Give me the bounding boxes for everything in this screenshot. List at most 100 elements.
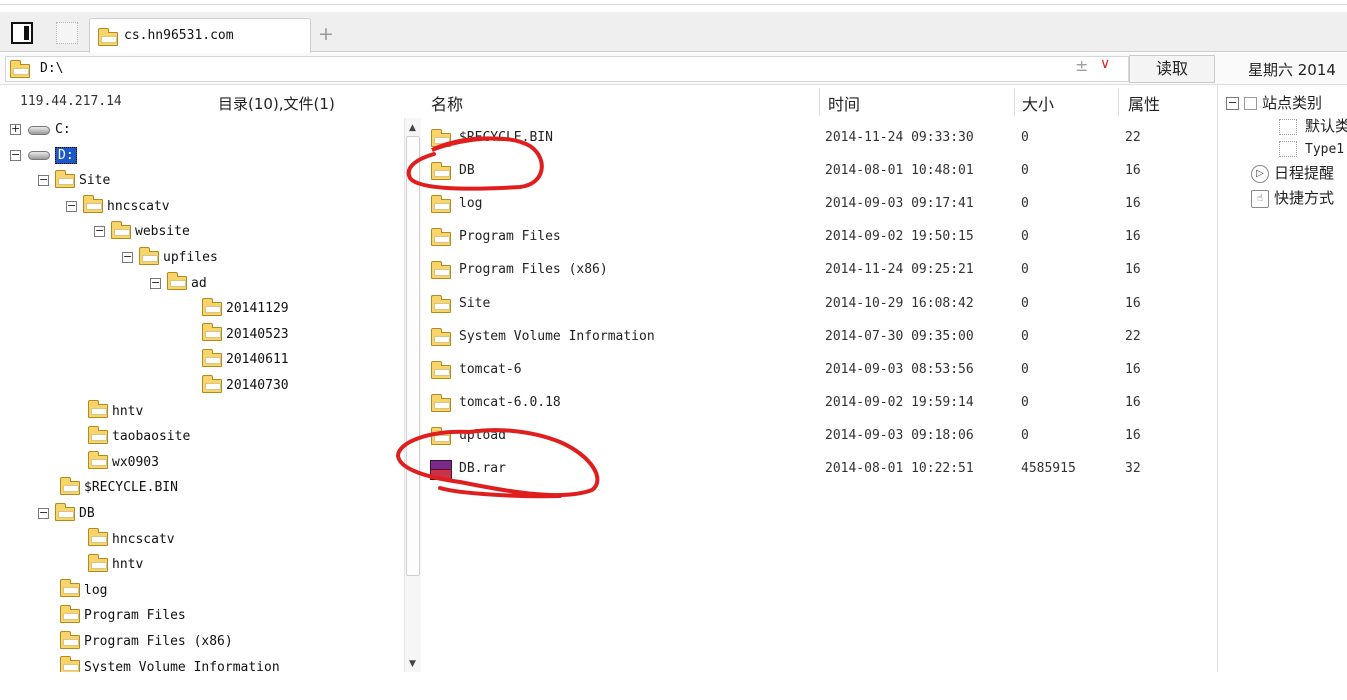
file-attr: 16 — [1125, 262, 1141, 278]
collapse-icon[interactable]: − — [10, 149, 21, 161]
tree-node[interactable]: − hncscatv — [66, 195, 170, 221]
file-row[interactable]: upload 2014-09-03 09:18:06 0 16 — [424, 420, 1217, 453]
tree-node[interactable]: 20140523 — [202, 323, 289, 349]
tree-node[interactable]: taobaosite — [88, 425, 190, 451]
file-attr: 16 — [1125, 361, 1141, 377]
column-divider[interactable] — [1118, 88, 1119, 116]
file-attr: 22 — [1125, 328, 1141, 344]
sidebar-item-schedule[interactable]: ▷ 日程提醒 — [1251, 162, 1334, 183]
sidebar-label: 快捷方式 — [1274, 189, 1335, 207]
collapse-icon[interactable]: − — [122, 251, 133, 263]
column-header-size[interactable]: 大小 — [1022, 91, 1054, 114]
tree-node[interactable]: wx0903 — [88, 451, 159, 477]
read-button[interactable]: 读取 — [1129, 55, 1215, 83]
tree-node[interactable]: hncscatv — [88, 528, 175, 554]
sidebar-item-default[interactable]: 默认类 — [1279, 115, 1347, 136]
file-row[interactable]: DB 2014-08-01 10:48:01 0 16 — [424, 155, 1217, 188]
file-row[interactable]: Site 2014-10-29 16:08:42 0 16 — [424, 288, 1217, 321]
file-name: $RECYCLE.BIN — [459, 130, 553, 145]
collapse-icon[interactable]: − — [150, 277, 161, 289]
tree-node[interactable]: − DB — [38, 502, 95, 528]
file-row[interactable]: System Volume Information 2014-07-30 09:3… — [424, 321, 1217, 354]
tree-node[interactable]: + C: — [10, 122, 71, 144]
folder-icon — [88, 400, 108, 419]
date-label: 星期六 2014 — [1248, 61, 1336, 79]
expand-icon[interactable]: + — [10, 123, 21, 135]
column-divider[interactable] — [819, 88, 820, 116]
folder-icon — [431, 195, 451, 214]
tree-node-label: hncscatv — [107, 198, 170, 214]
collapse-icon[interactable]: − — [66, 200, 77, 212]
file-row[interactable]: Program Files (x86) 2014-11-24 09:25:21 0 1… — [424, 254, 1217, 287]
file-size: 0 — [1021, 328, 1029, 344]
file-row[interactable]: tomcat-6.0.18 2014-09-02 19:59:14 0 16 — [424, 387, 1217, 420]
file-row[interactable]: $RECYCLE.BIN 2014-11-24 09:33:30 0 22 — [424, 122, 1217, 155]
file-name: tomcat-6 — [459, 361, 522, 377]
blank-tab-icon[interactable] — [56, 22, 78, 44]
scroll-up-icon[interactable]: ▲ — [409, 123, 416, 133]
file-time: 2014-09-03 09:18:06 — [825, 427, 974, 443]
file-time: 2014-10-29 16:08:42 — [825, 295, 974, 311]
tree-node[interactable]: 20140730 — [202, 374, 289, 400]
tree-node[interactable]: Program Files (x86) — [60, 630, 233, 656]
file-size: 0 — [1021, 394, 1029, 410]
chevron-down-icon[interactable]: ∨ — [1100, 56, 1110, 72]
file-attr: 22 — [1125, 130, 1141, 145]
tree-node[interactable]: hntv — [88, 400, 143, 426]
sidebar-item-type[interactable]: Type1 — [1279, 139, 1344, 157]
file-time: 2014-09-02 19:59:14 — [825, 394, 974, 410]
path-input[interactable]: D:\ — [5, 56, 1129, 82]
collapse-icon[interactable]: − — [1226, 97, 1239, 110]
folder-icon — [431, 393, 451, 412]
tree-node[interactable]: − ad — [150, 272, 207, 298]
sidebar-item-shortcuts[interactable]: ☝ 快捷方式 — [1251, 187, 1334, 208]
address-bar: D:\ ± ∨ 读取 星期六 2014 — [0, 53, 1347, 85]
column-header-name[interactable]: 名称 — [431, 91, 463, 114]
tree-node[interactable]: Program Files — [60, 604, 186, 630]
tree-node-label: D: — [55, 146, 77, 164]
plus-minus-icon[interactable]: ± — [1075, 56, 1088, 75]
column-divider[interactable] — [1014, 88, 1015, 116]
tree-node[interactable]: System Volume Information — [60, 656, 280, 672]
file-row[interactable]: tomcat-6 2014-09-03 08:53:56 0 16 — [424, 354, 1217, 387]
sidebar-item-site-category[interactable]: − 站点类别 — [1226, 92, 1322, 113]
file-name: Program Files — [459, 229, 561, 245]
tree-node[interactable]: − Site — [38, 169, 110, 195]
tree-node[interactable]: − website — [94, 220, 190, 246]
sidebar-label: Type1 — [1305, 142, 1345, 157]
scroll-down-icon[interactable]: ▼ — [409, 659, 416, 669]
add-tab-button[interactable]: + — [316, 24, 336, 44]
collapse-icon[interactable]: − — [94, 225, 105, 238]
file-size: 0 — [1021, 229, 1029, 245]
tab-site[interactable]: cs.hn96531.com — [89, 18, 311, 53]
tree-node[interactable]: 20140611 — [202, 348, 289, 374]
tree-node[interactable]: log — [60, 579, 107, 605]
collapse-icon[interactable]: − — [38, 507, 49, 519]
layout-toggle-icon[interactable] — [11, 22, 33, 44]
file-row[interactable]: log 2014-09-03 09:17:41 0 16 — [424, 188, 1217, 221]
tree-node[interactable]: − D: — [10, 146, 77, 170]
tree-node-label: 20140523 — [226, 326, 289, 342]
tree-node[interactable]: 20141129 — [202, 297, 289, 323]
column-header-attr[interactable]: 属性 — [1128, 91, 1160, 114]
file-size: 0 — [1021, 130, 1029, 145]
file-name: System Volume Information — [459, 328, 655, 344]
file-row[interactable]: DB.rar 2014-08-01 10:22:51 4585915 32 — [424, 453, 1217, 486]
folder-icon — [98, 28, 118, 46]
tree-node-label: 20140611 — [226, 352, 289, 368]
scrollbar-thumb[interactable] — [406, 136, 420, 576]
tree-scrollbar[interactable]: ▲ ▼ — [404, 118, 421, 672]
path-value: D:\ — [40, 61, 64, 76]
file-name: log — [459, 196, 483, 212]
tree-node[interactable]: $RECYCLE.BIN — [60, 476, 178, 502]
tree-node[interactable]: hntv — [88, 553, 143, 579]
collapse-icon[interactable]: − — [38, 174, 49, 187]
column-header-time[interactable]: 时间 — [828, 91, 860, 114]
file-attr: 16 — [1125, 427, 1141, 443]
server-ip: 119.44.217.14 — [20, 94, 122, 109]
file-row[interactable]: Program Files 2014-09-02 19:50:15 0 16 — [424, 221, 1217, 254]
tree-node-label: 20140730 — [226, 378, 289, 393]
tree-node-label: System Volume Information — [84, 659, 280, 672]
hand-pointer-icon: ☝ — [1251, 189, 1269, 208]
tree-node[interactable]: − upfiles — [122, 246, 218, 272]
